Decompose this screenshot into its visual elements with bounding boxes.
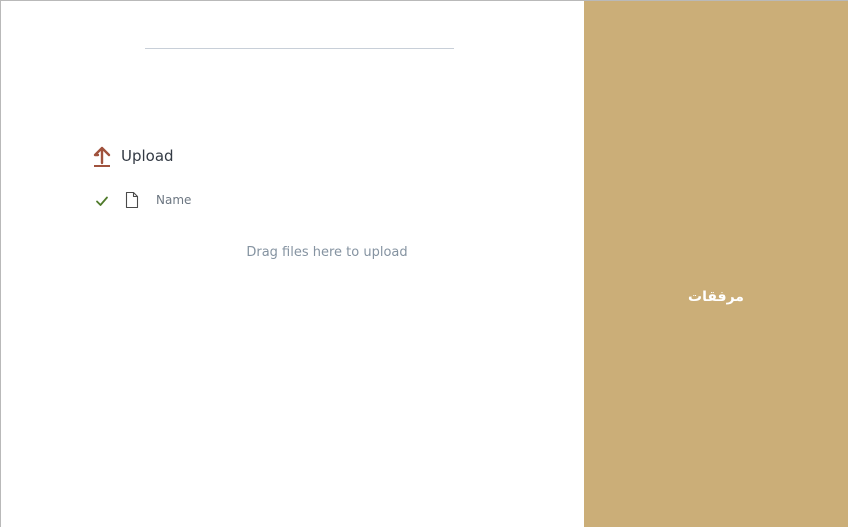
upload-label: Upload — [121, 147, 174, 165]
header-divider — [145, 48, 454, 49]
attachments-window: Upload Name Drag files here to upload مر… — [0, 0, 848, 527]
side-panel-top-border — [584, 0, 848, 1]
document-icon — [125, 191, 139, 209]
name-column-header[interactable]: Name — [156, 193, 191, 207]
side-panel-title: مرفقات — [688, 289, 744, 305]
attachments-main-panel: Upload Name Drag files here to upload — [1, 1, 584, 527]
upload-arrow-icon — [92, 144, 112, 168]
upload-button[interactable]: Upload — [92, 144, 174, 168]
file-list-header: Name — [95, 189, 191, 211]
side-panel: مرفقات — [584, 0, 848, 527]
drop-zone-hint: Drag files here to upload — [246, 245, 408, 260]
check-icon[interactable] — [95, 193, 109, 207]
